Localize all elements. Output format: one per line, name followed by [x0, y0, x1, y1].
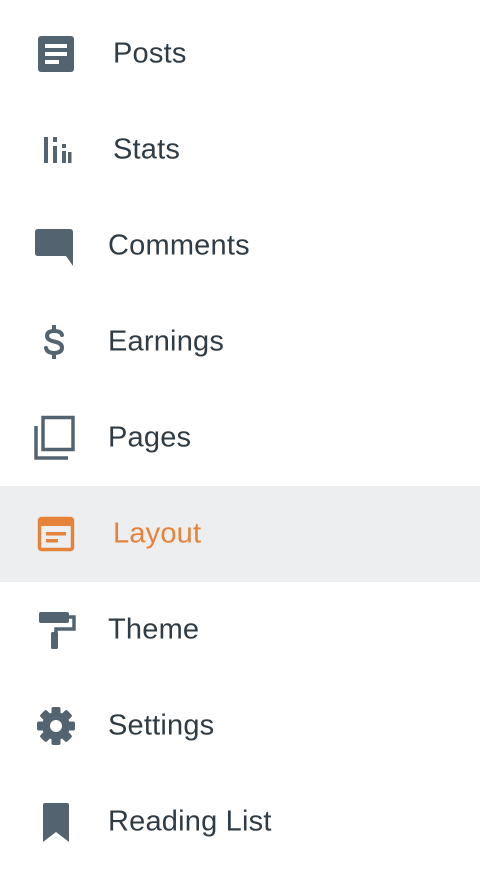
nav-item-earnings-label: Earnings: [108, 325, 225, 358]
stats-icon: [32, 126, 80, 174]
nav-item-theme[interactable]: Theme: [0, 582, 480, 678]
nav-item-reading-list[interactable]: Reading List: [0, 774, 480, 870]
paint-roller-icon: [32, 606, 80, 654]
nav-item-pages-label: Pages: [108, 421, 192, 454]
nav-item-comments-label: Comments: [108, 229, 250, 262]
nav-item-stats[interactable]: Stats: [0, 102, 480, 198]
dollar-icon: [32, 318, 80, 366]
navigation-menu: Posts Stats Comments Earnings Pages Layo…: [0, 0, 480, 864]
bookmark-icon: [32, 798, 80, 846]
nav-item-settings[interactable]: Settings: [0, 678, 480, 774]
nav-item-theme-label: Theme: [108, 613, 200, 646]
layout-icon: [32, 510, 80, 558]
pages-icon: [32, 414, 80, 462]
nav-item-posts-label: Posts: [113, 37, 187, 70]
comments-icon: [32, 222, 80, 270]
nav-item-layout[interactable]: Layout: [0, 486, 480, 582]
nav-item-layout-label: Layout: [113, 517, 202, 550]
nav-item-stats-label: Stats: [113, 133, 181, 166]
nav-item-reading-list-label: Reading List: [108, 805, 272, 838]
nav-item-settings-label: Settings: [108, 709, 215, 742]
nav-item-posts[interactable]: Posts: [0, 6, 480, 102]
posts-icon: [32, 30, 80, 78]
nav-item-pages[interactable]: Pages: [0, 390, 480, 486]
gear-icon: [32, 702, 80, 750]
nav-item-comments[interactable]: Comments: [0, 198, 480, 294]
nav-item-earnings[interactable]: Earnings: [0, 294, 480, 390]
